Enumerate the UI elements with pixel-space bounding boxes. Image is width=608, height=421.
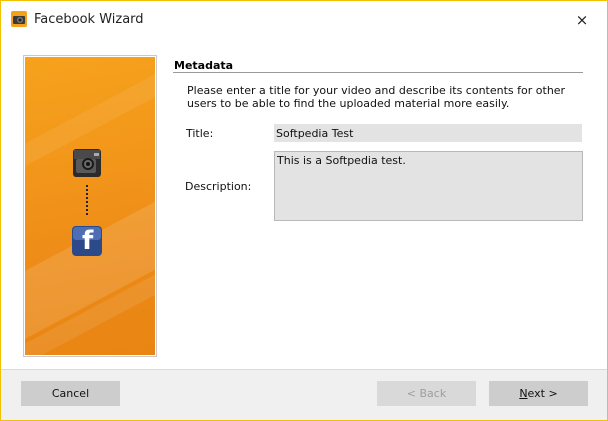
wizard-banner: f: [25, 57, 155, 355]
close-button[interactable]: ×: [571, 9, 593, 31]
close-icon: ×: [575, 11, 589, 29]
wizard-content: f Metadata Please enter a title for your…: [1, 39, 607, 369]
title-bar: Facebook Wizard ×: [1, 1, 607, 39]
facebook-wizard-window: Facebook Wizard × f Metadata Please ente…: [0, 0, 608, 421]
camera-app-icon: [11, 11, 27, 27]
description-textarea[interactable]: This is a Softpedia test.: [274, 151, 583, 221]
description-label: Description:: [185, 180, 252, 193]
banner-frame: f: [23, 55, 157, 357]
cancel-button[interactable]: Cancel: [21, 381, 120, 406]
intro-text: Please enter a title for your video and …: [187, 84, 566, 110]
facebook-icon: f: [71, 225, 103, 257]
video-camera-icon: [73, 149, 101, 177]
back-button[interactable]: < Back: [377, 381, 476, 406]
title-label: Title:: [186, 127, 214, 140]
connector-dots-icon: [86, 185, 88, 215]
section-divider: [173, 72, 583, 73]
next-mnemonic: N: [519, 387, 528, 400]
next-button[interactable]: Next >: [489, 381, 588, 406]
back-button-label: < Back: [406, 387, 447, 400]
section-heading: Metadata: [174, 59, 234, 72]
next-button-label: Next >: [519, 387, 557, 400]
cancel-button-label: Cancel: [51, 387, 90, 400]
next-label-rest: ext >: [527, 387, 558, 400]
facebook-letter: f: [82, 226, 94, 256]
window-title: Facebook Wizard: [34, 12, 144, 27]
footer-divider: [1, 369, 607, 370]
title-input[interactable]: Softpedia Test: [274, 124, 582, 142]
